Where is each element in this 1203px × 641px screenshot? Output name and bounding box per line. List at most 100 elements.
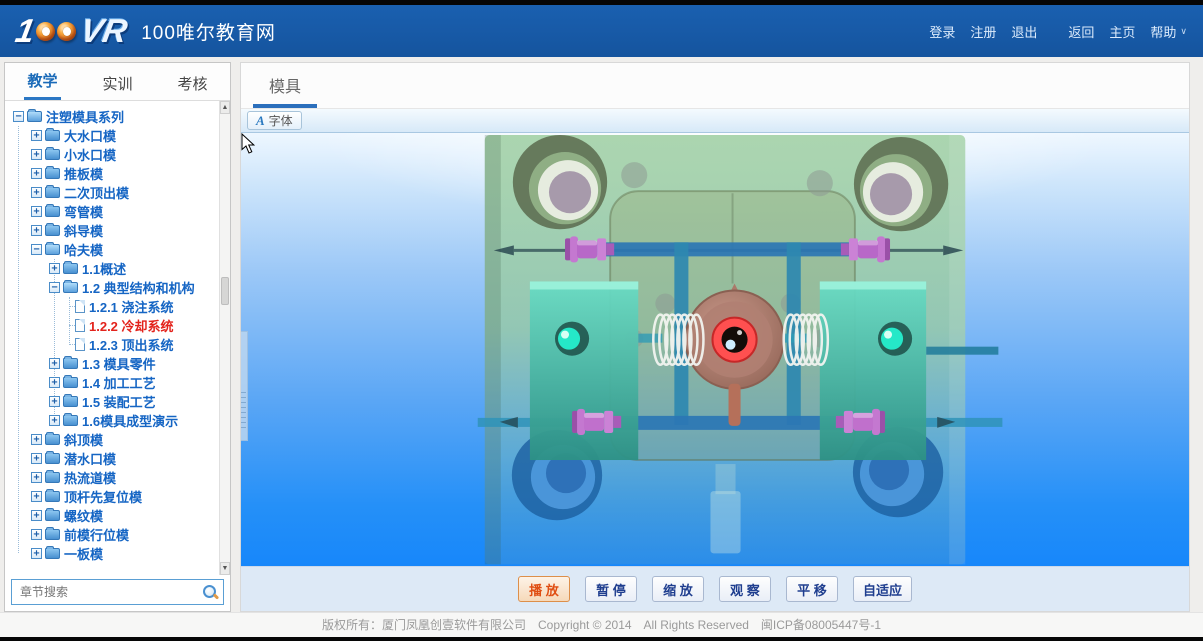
logo-text-1: 1 (13, 12, 38, 50)
nav-register-link[interactable]: 注册 (970, 22, 996, 41)
tree-item[interactable]: 小水口模 (5, 145, 230, 164)
expand-icon[interactable] (31, 548, 42, 559)
tree-item[interactable]: 螺纹模 (5, 506, 230, 525)
mouse-cursor (241, 133, 255, 154)
folder-icon (45, 491, 60, 502)
collapse-icon[interactable] (13, 111, 24, 122)
font-button[interactable]: A 字体 (247, 111, 302, 130)
site-logo[interactable]: 1 VR (16, 12, 127, 50)
document-icon (75, 319, 85, 332)
nav-back-link[interactable]: 返回 (1068, 22, 1094, 41)
tree-item[interactable]: 斜导模 (5, 221, 230, 240)
tree-scrollbar[interactable]: ▲ ▼ (219, 101, 230, 575)
expand-icon[interactable] (31, 472, 42, 483)
expand-icon[interactable] (31, 225, 42, 236)
tab-assessment[interactable]: 考核 (155, 63, 230, 100)
site-header: 1 VR 100唯尔教育网 登录 注册 退出 返回 主页 帮助∨ (0, 5, 1203, 57)
tree-item[interactable]: 1.6模具成型演示 (5, 411, 230, 430)
chapter-search-row (5, 575, 230, 611)
folder-icon (45, 206, 60, 217)
tree-item[interactable]: 弯管模 (5, 202, 230, 221)
tree-item[interactable]: 大水口模 (5, 126, 230, 145)
folder-icon (45, 168, 60, 179)
logo-eye-icon (57, 22, 76, 41)
folder-icon (63, 396, 78, 407)
tree-item[interactable]: 二次顶出模 (5, 183, 230, 202)
scrollbar-thumb[interactable] (221, 277, 229, 305)
folder-icon (45, 187, 60, 198)
expand-icon[interactable] (31, 149, 42, 160)
tree-item-selected[interactable]: 1.2.2 冷却系统 (5, 316, 230, 335)
expand-icon[interactable] (31, 453, 42, 464)
play-button[interactable]: 播 放 (518, 576, 570, 602)
tree-item[interactable]: 1.1概述 (5, 259, 230, 278)
copyright-text: 版权所有：厦门凤凰创壹软件有限公司 Copyright © 2014 All R… (322, 618, 881, 632)
tree-item[interactable]: 一板模 (5, 544, 230, 563)
expand-icon[interactable] (49, 358, 60, 369)
expand-icon[interactable] (31, 206, 42, 217)
folder-icon (45, 225, 60, 236)
tree-item[interactable]: 1.5 装配工艺 (5, 392, 230, 411)
observe-button[interactable]: 观 察 (719, 576, 771, 602)
tab-mold[interactable]: 模具 (253, 63, 317, 108)
tree-item[interactable]: 推板模 (5, 164, 230, 183)
tree-item[interactable]: 哈夫模 (5, 240, 230, 259)
tree-item[interactable]: 1.4 加工工艺 (5, 373, 230, 392)
scroll-up-arrow[interactable]: ▲ (220, 101, 230, 114)
nav-login-link[interactable]: 登录 (929, 22, 955, 41)
document-icon (75, 300, 85, 313)
tree-item[interactable]: 斜顶模 (5, 430, 230, 449)
expand-icon[interactable] (31, 510, 42, 521)
expand-icon[interactable] (31, 130, 42, 141)
pan-button[interactable]: 平 移 (786, 576, 838, 602)
tree-item[interactable]: 1.2.3 顶出系统 (5, 335, 230, 354)
expand-icon[interactable] (31, 529, 42, 540)
pause-button[interactable]: 暂 停 (585, 576, 637, 602)
header-nav: 登录 注册 退出 返回 主页 帮助∨ (929, 22, 1187, 41)
nav-logout-link[interactable]: 退出 (1011, 22, 1037, 41)
3d-mold-viewer-canvas[interactable] (241, 133, 1189, 566)
chapter-search-box (11, 579, 224, 605)
tree-item[interactable]: 顶杆先复位模 (5, 487, 230, 506)
collapse-icon[interactable] (31, 244, 42, 255)
main-tabbar: 模具 (241, 63, 1189, 109)
expand-icon[interactable] (31, 434, 42, 445)
tree-item[interactable]: 1.2.1 浇注系统 (5, 297, 230, 316)
fit-view-button[interactable]: 自适应 (853, 576, 912, 602)
expand-icon[interactable] (31, 168, 42, 179)
tree-item[interactable]: 1.2 典型结构和机构 (5, 278, 230, 297)
content-area: 教学 实训 考核 注塑模具系列 大水口模 小水口模 推板模 二次顶出模 弯管模 … (0, 57, 1203, 612)
tab-training[interactable]: 实训 (80, 63, 155, 100)
page-footer: 版权所有：厦门凤凰创壹软件有限公司 Copyright © 2014 All R… (0, 612, 1203, 637)
main-panel: 模具 A 字体 (240, 62, 1190, 612)
tree-item-root[interactable]: 注塑模具系列 (5, 107, 230, 126)
app-window: 1 VR 100唯尔教育网 登录 注册 退出 返回 主页 帮助∨ 教学 实训 考… (0, 0, 1203, 641)
chapter-tree: 注塑模具系列 大水口模 小水口模 推板模 二次顶出模 弯管模 斜导模 哈夫模 1… (5, 101, 230, 575)
site-title: 100唯尔教育网 (141, 18, 276, 45)
expand-icon[interactable] (49, 415, 60, 426)
logo-eye-icon (36, 22, 55, 41)
expand-icon[interactable] (49, 377, 60, 388)
nav-home-link[interactable]: 主页 (1109, 22, 1135, 41)
expand-icon[interactable] (31, 187, 42, 198)
nav-help-link[interactable]: 帮助∨ (1150, 22, 1187, 41)
expand-icon[interactable] (31, 491, 42, 502)
expand-icon[interactable] (49, 396, 60, 407)
tree-item[interactable]: 热流道模 (5, 468, 230, 487)
open-folder-icon (63, 282, 78, 293)
folder-icon (63, 377, 78, 388)
tree-item[interactable]: 前模行位模 (5, 525, 230, 544)
chapter-search-input[interactable] (20, 585, 202, 599)
search-icon[interactable] (202, 584, 219, 601)
expand-icon[interactable] (49, 263, 60, 274)
zoom-button[interactable]: 缩 放 (652, 576, 704, 602)
guide-pin-hole (513, 135, 607, 229)
scroll-down-arrow[interactable]: ▼ (220, 562, 230, 575)
tree-item[interactable]: 1.3 模具零件 (5, 354, 230, 373)
collapse-icon[interactable] (49, 282, 60, 293)
tree-item[interactable]: 潜水口模 (5, 449, 230, 468)
tab-teaching[interactable]: 教学 (5, 63, 80, 100)
folder-icon (45, 130, 60, 141)
chevron-down-icon: ∨ (1180, 26, 1187, 37)
viewer-splitter-handle[interactable] (241, 331, 248, 441)
